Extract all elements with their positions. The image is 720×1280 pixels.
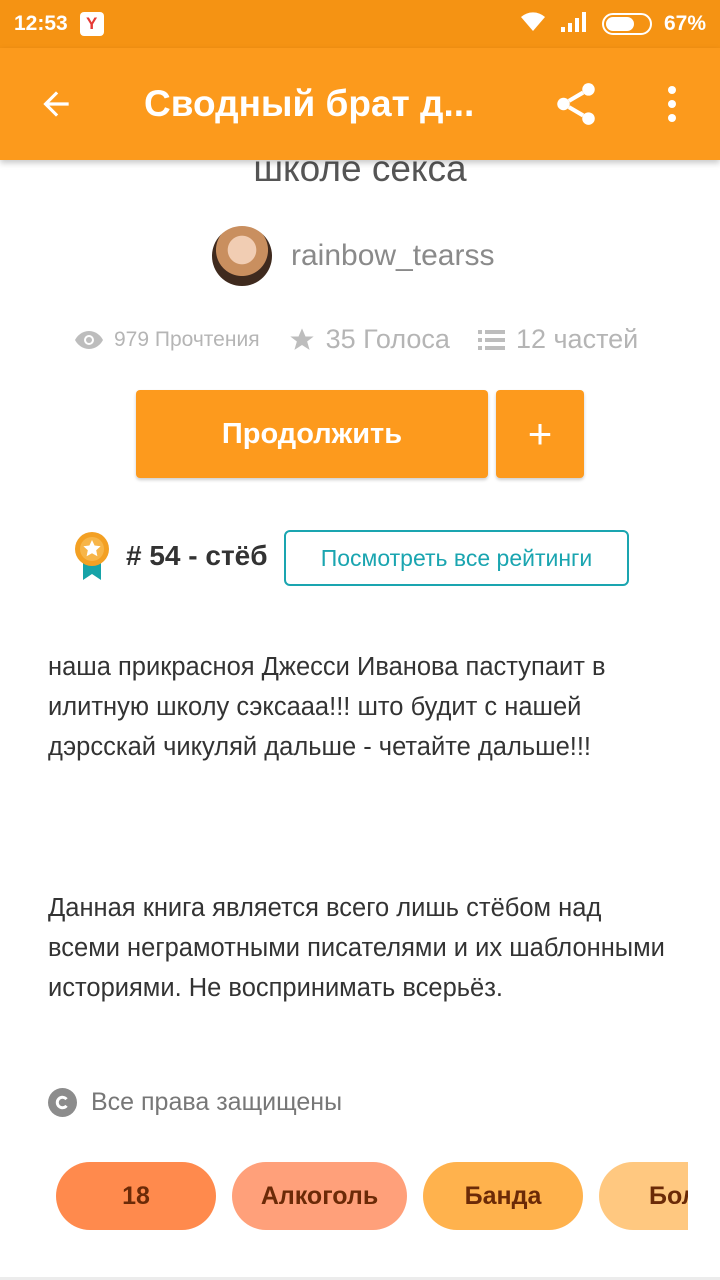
arrow-back-icon [43, 91, 69, 117]
signal-icon [560, 9, 590, 39]
tag-chip[interactable]: Бол [599, 1162, 688, 1230]
story-details: школе секса rainbow_tearss 979 Прочтения… [0, 160, 720, 1280]
author-name[interactable]: rainbow_tearss [291, 239, 494, 273]
status-time: 12:53 [14, 12, 68, 35]
add-to-library-button[interactable]: + [496, 390, 584, 478]
story-title: школе секса [253, 160, 467, 189]
view-all-ratings-button[interactable]: Посмотреть все рейтинги [284, 530, 629, 586]
eye-icon [74, 330, 104, 350]
battery-percent: 67% [663, 12, 706, 35]
reads-stat: 979 Прочтения [74, 328, 260, 352]
star-icon [288, 326, 316, 354]
votes-count: 35 Голоса [325, 324, 450, 354]
votes-stat: 35 Голоса [288, 324, 450, 355]
tag-chip[interactable]: 18 [56, 1162, 216, 1230]
avatar[interactable] [212, 226, 272, 286]
parts-stat: 12 частей [477, 324, 639, 355]
ranking-badge: # 54 - стёб [72, 530, 268, 582]
tag-label: Алкоголь [260, 1181, 379, 1210]
share-button[interactable] [528, 48, 624, 160]
tag-chip[interactable]: Алкоголь [232, 1162, 407, 1230]
notification-icon: Y [79, 12, 104, 36]
app-bar: Сводный брат д... [0, 48, 720, 160]
plus-icon: + [527, 410, 553, 457]
tags-list: 18 Алкоголь Банда Бол [56, 1162, 688, 1232]
copyright-row: Все права защищены [48, 1088, 342, 1117]
tag-label: 18 [122, 1181, 150, 1210]
share-icon [557, 83, 595, 125]
wifi-icon [518, 9, 548, 39]
rank-text: # 54 - стёб [126, 540, 268, 571]
medal-icon [75, 532, 109, 580]
status-bar: 12:53 Y 67% [0, 0, 720, 48]
continue-reading-button[interactable]: Продолжить [136, 390, 488, 478]
story-stats: 979 Прочтения 35 Голоса 12 частей [74, 324, 638, 355]
story-description: наша прикрасноя Джесси Иванова паступаит… [48, 653, 606, 761]
parts-count: 12 частей [515, 324, 639, 354]
more-vertical-icon [668, 86, 676, 122]
tag-label: Бол [649, 1181, 688, 1210]
battery-icon [601, 13, 652, 35]
page-title: Сводный брат д... [144, 83, 475, 124]
tag-label: Банда [464, 1181, 542, 1210]
story-disclaimer: Данная книга является всего лишь стёбом … [48, 894, 665, 1002]
copyright-icon [48, 1088, 77, 1117]
tag-chip[interactable]: Банда [423, 1162, 583, 1230]
status-indicators: 67% [518, 9, 706, 39]
reads-count: 979 Прочтения [114, 327, 260, 351]
author-row[interactable]: rainbow_tearss [212, 226, 494, 286]
list-icon [477, 328, 506, 352]
copyright-text: Все права защищены [91, 1088, 343, 1116]
overflow-menu-button[interactable] [624, 48, 720, 160]
back-button[interactable] [0, 48, 112, 160]
